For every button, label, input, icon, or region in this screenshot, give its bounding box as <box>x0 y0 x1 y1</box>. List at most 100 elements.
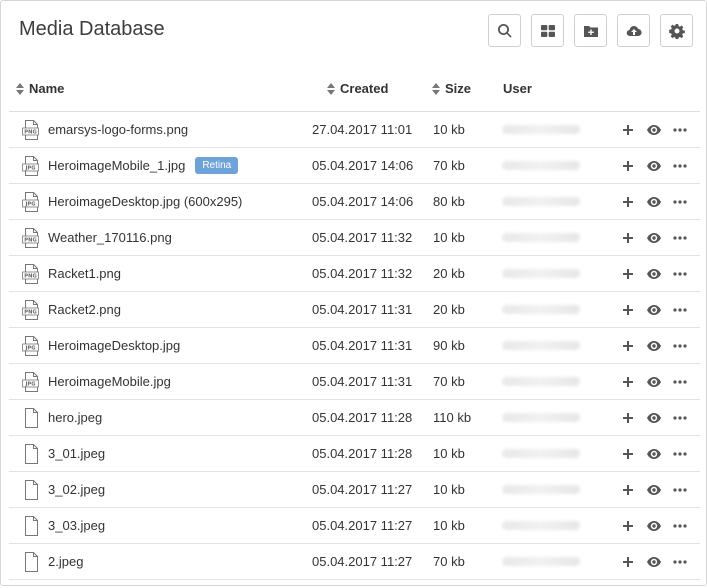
more-button[interactable] <box>673 555 687 569</box>
add-button[interactable] <box>621 411 635 425</box>
more-button[interactable] <box>673 339 687 353</box>
file-name[interactable]: Racket2.png <box>48 302 121 317</box>
file-name[interactable]: 3_03.jpeg <box>48 518 105 533</box>
user-cell <box>502 544 580 579</box>
add-button[interactable] <box>621 447 635 461</box>
file-name[interactable]: 3_02.jpeg <box>48 482 105 497</box>
plus-icon <box>623 232 633 243</box>
table-row[interactable]: 3_01.jpeg 05.04.2017 11:28 10 kb <box>9 436 700 472</box>
file-name[interactable]: HeroimageMobile_1.jpg <box>48 158 185 173</box>
file-name[interactable]: Weather_170116.png <box>48 230 172 245</box>
add-button[interactable] <box>621 231 635 245</box>
preview-button[interactable] <box>647 303 661 317</box>
add-button[interactable] <box>621 339 635 353</box>
table-row[interactable]: JPG HeroimageDesktop.jpg (600x295) 05.04… <box>9 184 700 220</box>
created-cell: 05.04.2017 11:31 <box>312 302 413 317</box>
svg-text:JPG: JPG <box>25 201 36 207</box>
size-cell: 20 kb <box>433 266 465 281</box>
upload-button[interactable] <box>617 14 650 47</box>
more-icon <box>673 523 687 528</box>
table-row[interactable]: 2.jpeg 05.04.2017 11:27 70 kb <box>9 544 700 580</box>
column-header-name[interactable]: Name <box>16 81 64 96</box>
retina-badge: Retina <box>195 157 239 174</box>
file-name[interactable]: emarsys-logo-forms.png <box>48 122 188 137</box>
table-row[interactable]: 3_02.jpeg 05.04.2017 11:27 10 kb <box>9 472 700 508</box>
more-button[interactable] <box>673 267 687 281</box>
table-row[interactable]: JPG HeroimageMobile_1.jpg Retina 05.04.2… <box>9 148 700 184</box>
add-button[interactable] <box>621 159 635 173</box>
column-header-created[interactable]: Created <box>327 81 388 96</box>
more-icon <box>673 487 687 492</box>
add-button[interactable] <box>621 519 635 533</box>
settings-button[interactable] <box>660 14 693 47</box>
file-name[interactable]: Racket1.png <box>48 266 121 281</box>
table-row[interactable]: PNG Racket2.png 05.04.2017 11:31 20 kb <box>9 292 700 328</box>
created-cell: 05.04.2017 11:31 <box>312 374 413 389</box>
preview-button[interactable] <box>647 411 661 425</box>
new-folder-button[interactable] <box>574 14 607 47</box>
more-button[interactable] <box>673 159 687 173</box>
add-button[interactable] <box>621 303 635 317</box>
preview-button[interactable] <box>647 519 661 533</box>
preview-button[interactable] <box>647 123 661 137</box>
add-button[interactable] <box>621 267 635 281</box>
more-button[interactable] <box>673 411 687 425</box>
preview-button[interactable] <box>647 267 661 281</box>
preview-button[interactable] <box>647 555 661 569</box>
table-row[interactable]: 3_03.jpeg 05.04.2017 11:27 10 kb <box>9 508 700 544</box>
file-name[interactable]: HeroimageDesktop.jpg <box>48 338 180 353</box>
file-name[interactable]: 3_01.jpeg <box>48 446 105 461</box>
more-button[interactable] <box>673 303 687 317</box>
search-button[interactable] <box>488 14 521 47</box>
svg-text:JPG: JPG <box>25 345 36 351</box>
table-row[interactable]: JPG HeroimageDesktop.jpg 05.04.2017 11:3… <box>9 328 700 364</box>
more-button[interactable] <box>673 375 687 389</box>
more-icon <box>673 415 687 420</box>
preview-button[interactable] <box>647 231 661 245</box>
new-folder-icon <box>583 25 598 37</box>
table-row[interactable]: PNG Weather_170116.png 05.04.2017 11:32 … <box>9 220 700 256</box>
size-cell: 10 kb <box>433 482 465 497</box>
add-button[interactable] <box>621 483 635 497</box>
more-icon <box>673 379 687 384</box>
table-row[interactable]: PNG emarsys-logo-forms.png 27.04.2017 11… <box>9 112 700 148</box>
created-cell: 05.04.2017 11:28 <box>312 446 413 461</box>
created-cell: 05.04.2017 11:31 <box>312 338 413 353</box>
grid-view-button[interactable] <box>531 14 564 47</box>
sort-icon <box>432 82 440 95</box>
preview-button[interactable] <box>647 195 661 209</box>
file-name[interactable]: 2.jpeg <box>48 554 83 569</box>
file-name-cell: PNG Racket1.png <box>22 256 121 291</box>
file-name[interactable]: HeroimageMobile.jpg <box>48 374 171 389</box>
more-button[interactable] <box>673 519 687 533</box>
more-button[interactable] <box>673 483 687 497</box>
column-header-size[interactable]: Size <box>432 81 471 96</box>
more-icon <box>673 559 687 564</box>
more-button[interactable] <box>673 195 687 209</box>
file-name[interactable]: hero.jpeg <box>48 410 102 425</box>
redacted-user <box>502 377 580 386</box>
more-button[interactable] <box>673 123 687 137</box>
preview-button[interactable] <box>647 375 661 389</box>
more-button[interactable] <box>673 447 687 461</box>
size-cell: 10 kb <box>433 518 465 533</box>
add-button[interactable] <box>621 375 635 389</box>
table-row[interactable]: JPG HeroimageMobile.jpg 05.04.2017 11:31… <box>9 364 700 400</box>
add-button[interactable] <box>621 195 635 209</box>
more-button[interactable] <box>673 231 687 245</box>
preview-button[interactable] <box>647 483 661 497</box>
add-button[interactable] <box>621 123 635 137</box>
plus-icon <box>623 124 633 135</box>
file-name[interactable]: HeroimageDesktop.jpg (600x295) <box>48 194 242 209</box>
svg-text:PNG: PNG <box>24 237 36 243</box>
preview-button[interactable] <box>647 339 661 353</box>
page-title: Media Database <box>19 18 165 40</box>
table-row[interactable]: PNG Racket1.png 05.04.2017 11:32 20 kb <box>9 256 700 292</box>
preview-button[interactable] <box>647 447 661 461</box>
add-button[interactable] <box>621 555 635 569</box>
plus-icon <box>623 160 633 171</box>
preview-button[interactable] <box>647 159 661 173</box>
redacted-user <box>502 341 580 350</box>
user-cell <box>502 220 580 255</box>
table-row[interactable]: hero.jpeg 05.04.2017 11:28 110 kb <box>9 400 700 436</box>
